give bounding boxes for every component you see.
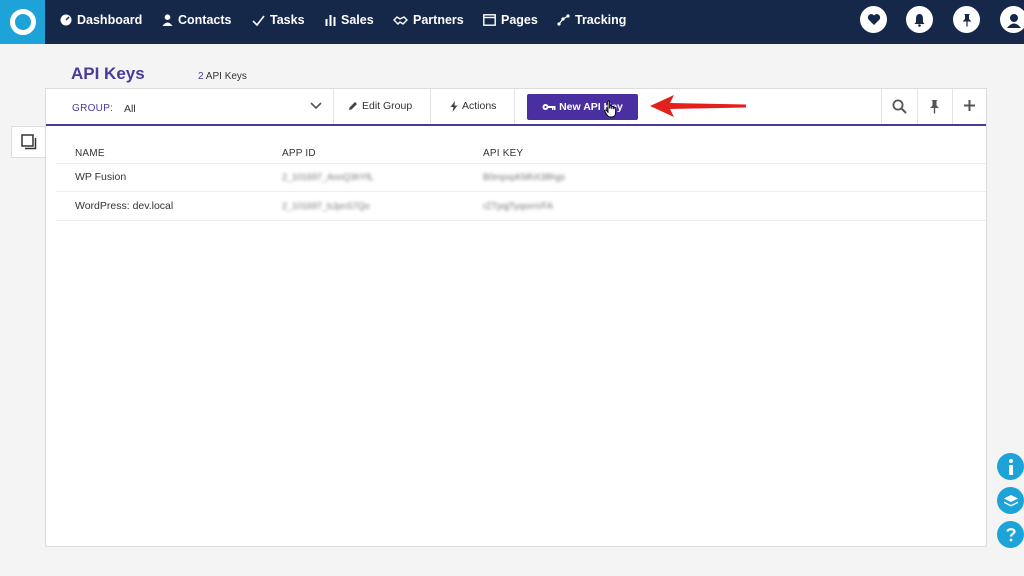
info-button[interactable] — [997, 453, 1024, 480]
toolbar-divider — [952, 89, 953, 124]
column-header-api-key[interactable]: API KEY — [483, 148, 523, 159]
row-app-id: 2_101697_bJpnS7Qo — [282, 201, 370, 211]
toolbar-divider — [514, 89, 515, 124]
actions-button[interactable]: Actions — [450, 100, 496, 112]
side-panel-toggle[interactable] — [11, 126, 45, 158]
nav-item-tasks[interactable]: Tasks — [252, 0, 305, 40]
toolbar-divider — [430, 89, 431, 124]
nav-item-dashboard[interactable]: Dashboard — [60, 0, 142, 40]
pin-button[interactable] — [953, 6, 980, 33]
nav-item-partners[interactable]: Partners — [393, 0, 464, 40]
window-icon — [483, 14, 496, 26]
actions-label: Actions — [462, 100, 497, 112]
person-icon — [162, 14, 173, 26]
top-navigation-bar: Dashboard Contacts Tasks Sales Partners … — [0, 0, 1024, 44]
group-select[interactable]: All — [124, 103, 136, 115]
nav-label: Tasks — [270, 13, 305, 27]
row-name: WordPress: dev.local — [75, 200, 174, 212]
hand-cursor-icon — [604, 100, 617, 118]
handshake-icon — [393, 15, 408, 25]
annotation-arrow-icon — [650, 95, 746, 117]
learn-icon — [1003, 494, 1018, 506]
lightning-icon — [450, 100, 458, 112]
group-label: GROUP: — [72, 103, 114, 114]
toolbar-divider — [333, 89, 334, 124]
toolbar-divider — [881, 89, 882, 124]
api-key-count: 2 API Keys — [198, 71, 247, 82]
nav-item-pages[interactable]: Pages — [483, 0, 538, 40]
row-divider — [56, 191, 986, 192]
toolbar-divider — [917, 89, 918, 124]
row-name: WP Fusion — [75, 171, 127, 183]
logo-ring-icon — [9, 9, 36, 35]
key-icon — [542, 104, 556, 110]
new-api-key-button[interactable]: New API Key — [527, 94, 638, 120]
page-title: API Keys — [71, 64, 145, 83]
nav-item-tracking[interactable]: Tracking — [557, 0, 626, 40]
row-api-key: B0mpxpKMhX38hgs — [483, 172, 566, 182]
api-key-count-text: API Keys — [205, 71, 247, 82]
plus-icon[interactable] — [963, 99, 976, 112]
pencil-icon — [349, 102, 357, 110]
column-header-app-id[interactable]: APP ID — [282, 148, 316, 159]
heart-icon — [867, 14, 880, 25]
api-keys-panel: GROUP: All Edit Group Actions New API Ke… — [45, 88, 987, 547]
row-divider — [56, 163, 986, 164]
help-icon — [1005, 528, 1016, 542]
help-button[interactable] — [997, 521, 1024, 548]
nav-item-sales[interactable]: Sales — [325, 0, 374, 40]
chevron-down-icon[interactable] — [310, 101, 322, 111]
edit-group-label: Edit Group — [362, 100, 413, 112]
row-app-id: 2_101697_AnnQ3hYfL — [282, 172, 374, 182]
row-api-key: rZTpqjTyqomVFA — [483, 201, 554, 211]
info-icon — [1008, 458, 1013, 475]
row-divider — [56, 220, 986, 221]
app-logo[interactable] — [0, 0, 45, 44]
favorites-button[interactable] — [860, 6, 887, 33]
nav-label: Dashboard — [77, 13, 143, 27]
check-icon — [252, 15, 265, 26]
bell-icon — [914, 13, 925, 27]
nav-label: Tracking — [575, 13, 627, 27]
learn-button[interactable] — [997, 487, 1024, 514]
nav-item-contacts[interactable]: Contacts — [162, 0, 231, 40]
search-icon[interactable] — [892, 99, 907, 114]
user-avatar-icon — [1006, 13, 1021, 28]
column-header-name[interactable]: NAME — [75, 148, 105, 159]
copy-stack-icon — [20, 134, 36, 150]
nav-label: Pages — [501, 13, 538, 27]
collection-toolbar: GROUP: All Edit Group Actions New API Ke… — [46, 89, 986, 126]
pin-icon[interactable] — [929, 99, 940, 114]
pin-icon — [962, 13, 971, 26]
nav-label: Contacts — [178, 13, 232, 27]
avatar[interactable] — [1000, 6, 1024, 33]
dashboard-icon — [60, 14, 72, 26]
nav-label: Partners — [413, 13, 464, 27]
api-key-count-number: 2 — [198, 71, 204, 82]
edit-group-button[interactable]: Edit Group — [348, 100, 412, 112]
tracking-icon — [557, 14, 570, 26]
nav-label: Sales — [341, 13, 374, 27]
notifications-button[interactable] — [906, 6, 933, 33]
bar-chart-icon — [325, 15, 336, 26]
